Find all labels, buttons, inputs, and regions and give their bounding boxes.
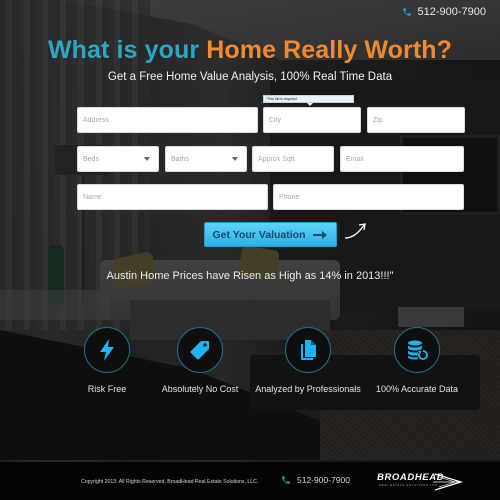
chevron-down-icon [144, 157, 150, 161]
arrowhead-logo-icon [433, 473, 463, 491]
price-tag-icon [190, 341, 209, 360]
footer: Copyright 2013. All Rights Reserved. Bro… [0, 462, 500, 500]
feature-no-cost: Absolutely No Cost [140, 327, 260, 394]
phone-input[interactable] [279, 193, 463, 201]
beds-select[interactable]: Beds [77, 146, 159, 172]
name-field[interactable] [77, 184, 268, 210]
baths-select-value: Baths [171, 155, 189, 163]
feature-accurate-data: 100% Accurate Data [357, 327, 477, 394]
sqft-input[interactable] [258, 155, 333, 163]
lightning-icon [100, 339, 114, 361]
email-field[interactable] [340, 146, 464, 172]
chevron-down-icon [232, 157, 238, 161]
zip-field[interactable] [367, 107, 465, 133]
headline-part-2: Home Really Worth? [206, 36, 453, 64]
phone-icon [402, 7, 412, 17]
headline-part-1: What is your [47, 36, 207, 64]
baths-select[interactable]: Baths [165, 146, 247, 172]
phone-icon [281, 475, 291, 485]
page-subheadline: Get a Free Home Value Analysis, 100% Rea… [107, 71, 393, 83]
broadhead-logo[interactable]: BROADHEAD REAL ESTATE SOLUTIONS LLC [375, 471, 465, 493]
city-field[interactable] [263, 107, 361, 133]
feature-professionals: Analyzed by Professionals [248, 327, 368, 394]
zip-input[interactable] [373, 116, 464, 124]
page-headline: What is your Home Really Worth? [0, 36, 500, 65]
address-input[interactable] [83, 116, 257, 124]
database-refresh-icon [408, 340, 428, 360]
documents-icon [301, 340, 316, 360]
feature-icon-circle [394, 327, 440, 373]
email-input[interactable] [346, 155, 463, 163]
name-input[interactable] [83, 193, 267, 201]
arrow-right-icon [312, 230, 328, 240]
feature-icon-circle [84, 327, 130, 373]
beds-select-value: Beds [83, 155, 99, 163]
header-phone-number: 512-900-7900 [417, 6, 486, 18]
feature-label: Analyzed by Professionals [255, 384, 361, 394]
header-phone-link[interactable]: 512-900-7900 [402, 6, 486, 18]
footer-phone-number: 512-900-7900 [297, 475, 350, 485]
get-valuation-label: Get Your Valuation [212, 228, 306, 241]
address-field[interactable] [77, 107, 258, 133]
feature-icon-circle [285, 327, 331, 373]
sqft-field[interactable] [252, 146, 334, 172]
logo-tagline: REAL ESTATE SOLUTIONS LLC [379, 484, 438, 487]
get-valuation-button[interactable]: Get Your Valuation [204, 222, 337, 247]
copyright-text: Copyright 2013. All Rights Reserved. Bro… [81, 479, 259, 485]
phone-field[interactable] [273, 184, 464, 210]
footer-phone-link[interactable]: 512-900-7900 [281, 475, 350, 485]
feature-label: Absolutely No Cost [161, 384, 239, 394]
validation-tooltip: *This fild is required [263, 95, 354, 106]
city-input[interactable] [269, 116, 360, 124]
price-stat-text: Austin Home Prices have Risen as High as… [106, 270, 394, 282]
feature-label: 100% Accurate Data [375, 384, 459, 394]
curly-arrow-icon [344, 223, 366, 239]
feature-icon-circle [177, 327, 223, 373]
